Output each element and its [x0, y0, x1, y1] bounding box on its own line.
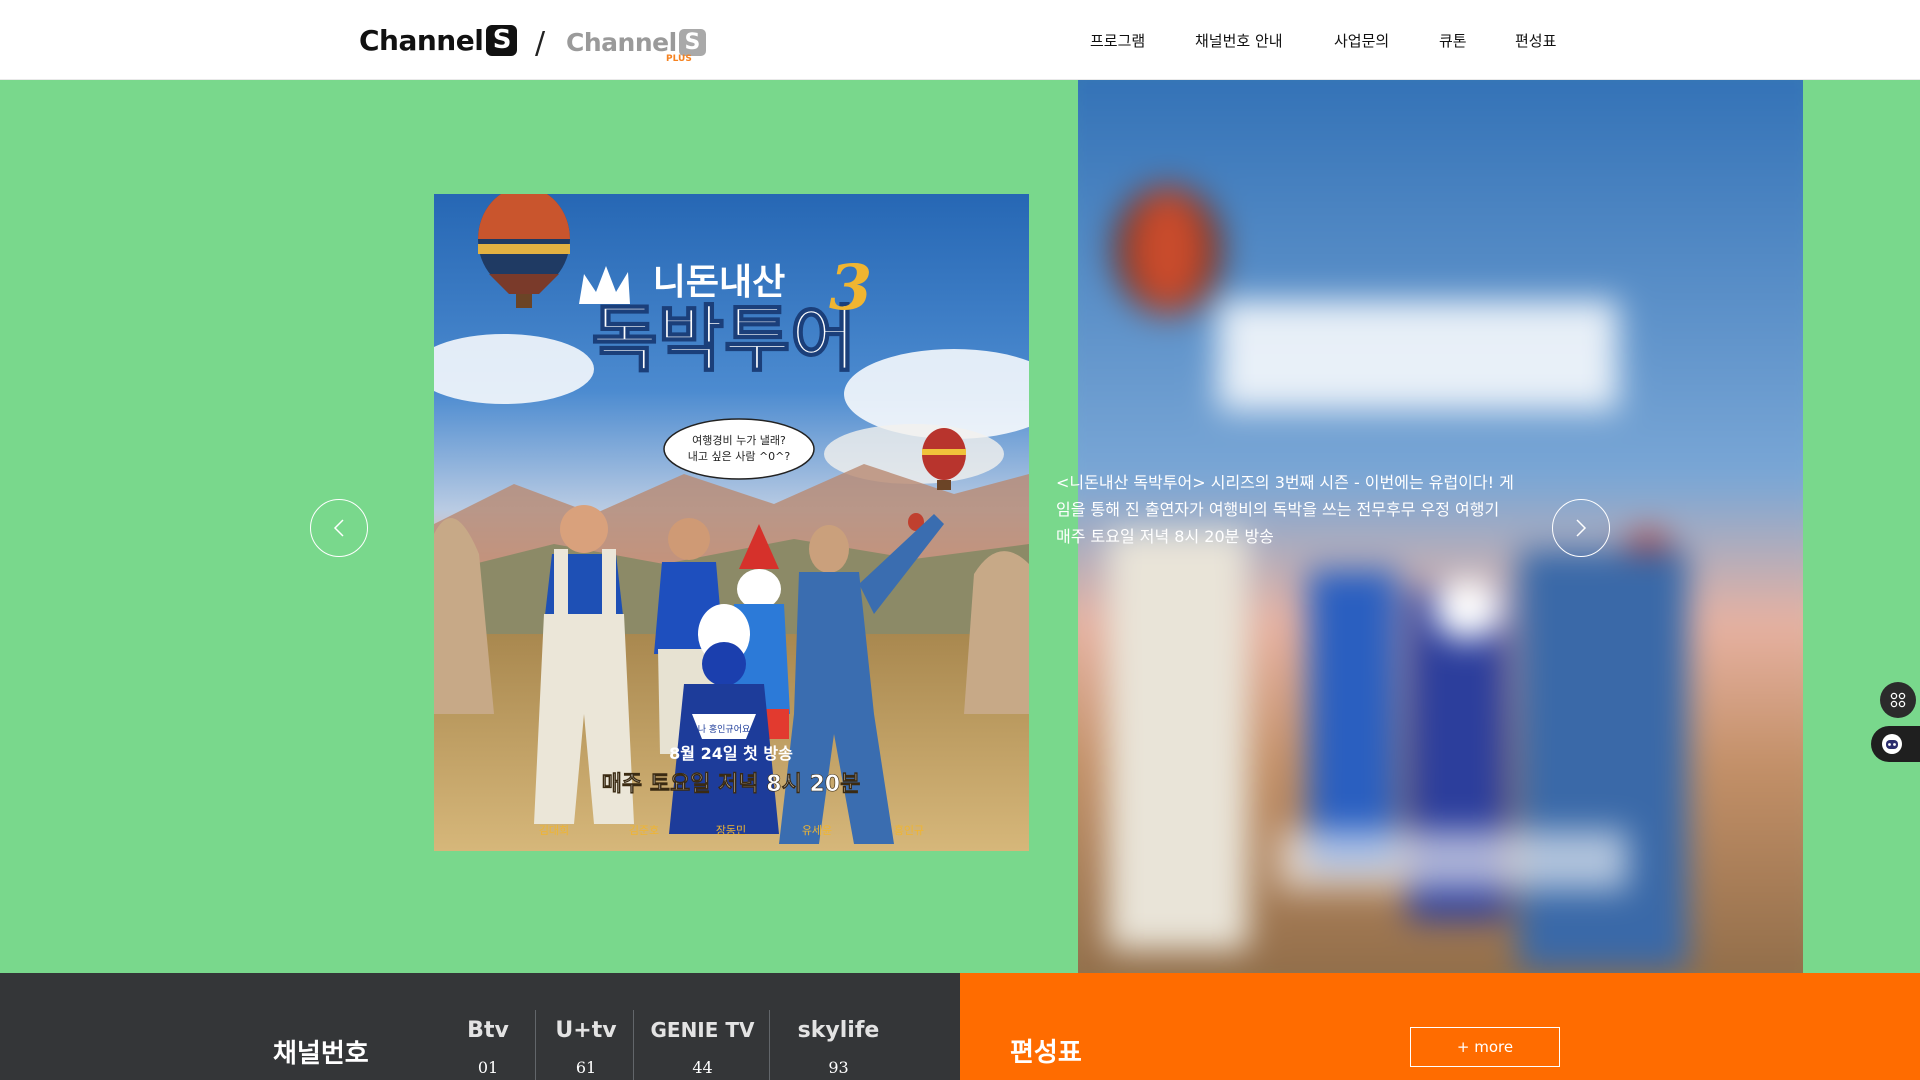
description-line-1: <니돈내산 독박투어> 시리즈의 3번째 시즌 - 이번에는 유럽이다! 게	[1056, 473, 1514, 492]
provider-skylife-logo: skylife	[797, 1018, 880, 1043]
hero-slider: 니돈내산 독박투어 3 여행경비 누가 낼래? 내고 싶은 사람 ^0^? 나 …	[0, 80, 1920, 973]
schedule-more-button[interactable]: + more	[1410, 1027, 1560, 1067]
logo-plus-badge: S	[678, 28, 706, 56]
chatbot-icon	[1882, 734, 1902, 754]
poster-title-main: 독박투어	[592, 297, 857, 381]
schedule-title: 편성표	[1010, 1038, 1082, 1068]
provider-btv-logo: Btv	[467, 1018, 509, 1043]
provider-uplus-number: 61	[575, 1058, 597, 1077]
description-line-2: 임을 통해 진 출연자가 여행비의 독박을 쓰는 전무후무 우정 여행기	[1056, 500, 1500, 519]
poster-bubble-line1: 여행경비 누가 낼래?	[692, 434, 786, 447]
logo-main-text: Channel	[359, 23, 484, 57]
program-description: <니돈내산 독박투어> 시리즈의 3번째 시즌 - 이번에는 유럽이다! 게 임…	[1056, 469, 1566, 550]
poster-season-mark: 3	[829, 251, 872, 324]
chevron-right-icon	[1576, 519, 1587, 537]
poster-artwork: 니돈내산 독박투어 3 여행경비 누가 낼래? 내고 싶은 사람 ^0^? 나 …	[434, 194, 1029, 851]
nav-item-program[interactable]: 프로그램	[1090, 30, 1145, 51]
poster-cast-3: 장동민	[716, 824, 746, 837]
nav-item-business[interactable]: 사업문의	[1334, 30, 1389, 51]
chevron-left-icon	[333, 519, 344, 537]
poster-cast-5: 홍인규	[894, 823, 924, 837]
description-line-3: 매주 토요일 저녁 8시 20분 방송	[1056, 527, 1274, 546]
poster-bubble-line2: 내고 싶은 사람 ^0^?	[688, 450, 791, 463]
channel-number-title: 채널번호	[273, 1039, 369, 1069]
site-header: Channel S / Channel S PLUS 프로그램 채널번호 안내 …	[0, 0, 1920, 80]
poster-sign: 나 홍인규어요	[698, 723, 751, 735]
channel-s-logo[interactable]: Channel S	[359, 22, 518, 58]
poster-premiere: 8월 24일 첫 방송	[669, 744, 793, 763]
slider-prev-button[interactable]	[310, 499, 368, 557]
logo-divider: /	[535, 26, 546, 61]
poster-schedule: 매주 토요일 저녁 8시 20분	[602, 772, 861, 797]
poster-cast-2: 김준호	[629, 824, 659, 837]
quick-menu-button[interactable]	[1880, 682, 1916, 718]
slider-next-button[interactable]	[1552, 499, 1610, 557]
channel-divider	[535, 1010, 536, 1080]
provider-genietv-logo: GENIE TV	[650, 1018, 755, 1042]
nav-item-cuetone[interactable]: 큐톤	[1439, 30, 1467, 51]
provider-skylife-number: 93	[828, 1058, 849, 1077]
nav-item-schedule[interactable]: 편성표	[1515, 30, 1556, 51]
program-poster[interactable]: 니돈내산 독박투어 3 여행경비 누가 낼래? 내고 싶은 사람 ^0^? 나 …	[434, 194, 1029, 851]
channel-divider	[769, 1010, 770, 1080]
chatbot-button[interactable]	[1871, 726, 1920, 762]
provider-uplus-logo: U+tv	[555, 1018, 617, 1043]
poster-cast-4: 유세윤	[802, 824, 832, 837]
poster-cast-1: 김대희	[539, 824, 569, 837]
provider-genietv-number: 44	[692, 1058, 713, 1077]
provider-btv-number: 01	[477, 1058, 499, 1077]
logo-main-badge: S	[486, 24, 518, 56]
grid-icon	[1890, 692, 1906, 708]
logo-plus-text: Channel	[566, 27, 677, 57]
channel-divider	[633, 1010, 634, 1080]
logo-plus-tag: PLUS	[666, 54, 692, 64]
nav-item-channel-guide[interactable]: 채널번호 안내	[1195, 30, 1283, 51]
